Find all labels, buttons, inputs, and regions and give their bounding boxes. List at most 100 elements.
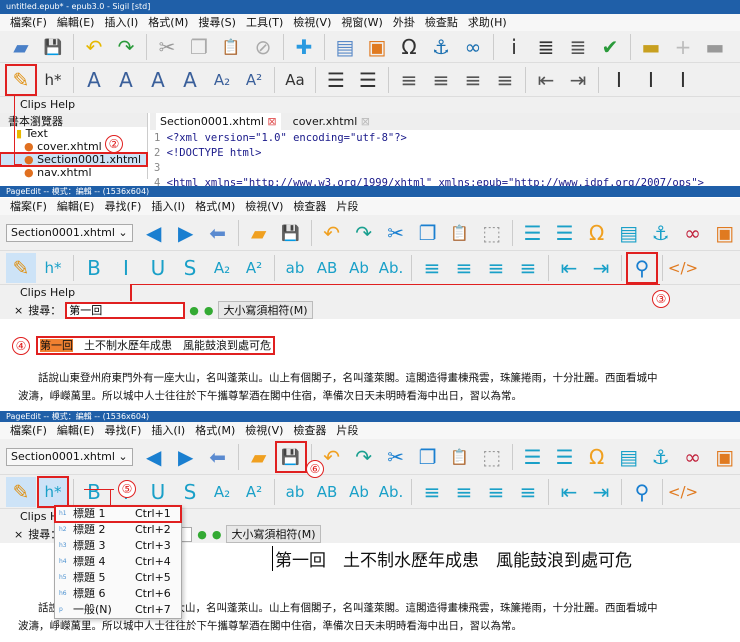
strike-button[interactable]: S [175,253,205,283]
anchor-button[interactable]: ⚓ [646,218,676,248]
cursor-left-button[interactable]: I [636,65,666,95]
menu-檢視v[interactable]: 檢視(V) [245,422,283,439]
menu-搜尋s[interactable]: 搜尋(S) [198,14,236,31]
add-row-button[interactable]: + [668,32,698,62]
image-button[interactable]: ▣ [710,218,740,248]
folder-text[interactable]: ▮ Text [0,127,147,140]
image-button[interactable]: ▣ [710,442,740,472]
menu-item-h1[interactable]: h1 標題 1 Ctrl+1 [54,505,182,523]
menu-item-h3[interactable]: h3 標題 3 Ctrl+3 [55,538,181,554]
align-right-button[interactable]: ≡ [481,477,511,507]
marker-button[interactable]: ▬ [636,32,666,62]
align-left-button[interactable]: ≡ [394,65,424,95]
uppercase-button[interactable]: AB [312,253,342,283]
back-button[interactable]: ◀ [139,442,169,472]
outdent-button[interactable]: ⇤ [554,253,584,283]
code-button[interactable]: </> [668,477,698,507]
find-next-icon[interactable]: ● [204,304,214,317]
align-left-button[interactable]: ≡ [417,477,447,507]
menu-尋找f[interactable]: 尋找(F) [104,198,141,215]
uppercase-button[interactable]: AB [312,477,342,507]
folder-button[interactable]: ▰ [244,218,274,248]
menu-item-p[interactable]: p 一般(N) Ctrl+7 [55,602,181,618]
italic-button[interactable]: A [111,65,141,95]
omega-button[interactable]: Ω [582,218,612,248]
menu-尋找f[interactable]: 尋找(F) [104,422,141,439]
select-all-button[interactable]: ⬚ [477,442,507,472]
pencil-button[interactable]: ✎ [6,476,36,507]
menu-片段[interactable]: 片段 [336,422,358,439]
anchor-button[interactable]: ⚓ [426,32,456,62]
return-button[interactable]: ⬅ [203,442,233,472]
paste-button[interactable]: 📋 [445,218,475,248]
underline-button[interactable]: U [143,253,173,283]
link-button[interactable]: ∞ [678,218,708,248]
close-tab-icon[interactable]: ⊠ [264,115,276,128]
cursor-split-button[interactable]: I [668,65,698,95]
code-button[interactable]: </> [668,253,698,283]
return-button[interactable]: ⬅ [203,218,233,248]
search-input[interactable] [65,301,186,319]
redo-button[interactable]: ↷ [349,442,379,472]
strike-button[interactable]: A [175,65,205,95]
omega-button[interactable]: Ω [582,442,612,472]
search-button[interactable]: ⚲ [626,251,658,284]
superscript-button[interactable]: A² [239,253,269,283]
underline-button[interactable]: U [143,477,173,507]
align-center-button[interactable]: ≡ [449,477,479,507]
case-button[interactable]: Aa [280,65,310,95]
align-right-button[interactable]: ≡ [458,65,488,95]
back-button[interactable]: ◀ [139,218,169,248]
link-button[interactable]: ∞ [678,442,708,472]
close-icon[interactable]: × [14,528,23,541]
menu-插入i[interactable]: 插入(I) [104,14,138,31]
menu-item-h5[interactable]: h5 標題 5 Ctrl+5 [55,570,181,586]
bullet-list-button[interactable]: ☰ [321,65,351,95]
tab-cover-xhtml[interactable]: cover.xhtml ⊠ [289,113,374,130]
paste-button[interactable]: 📋 [445,442,475,472]
remove-button[interactable]: ▬ [700,32,730,62]
find-previous-icon[interactable]: ● [189,304,199,317]
file-nav-xhtml[interactable]: ● nav.xhtml [0,166,147,179]
menu-格式m[interactable]: 格式(M) [195,198,235,215]
copy-button[interactable]: ❐ [413,218,443,248]
search-button[interactable]: ⚲ [627,477,657,507]
menu-檔案f[interactable]: 檔案(F) [10,422,47,439]
folder-button[interactable]: ▰ [244,442,274,472]
bullet-list-button[interactable]: ☰ [518,442,548,472]
toc-edit-button[interactable]: ≣ [563,32,593,62]
insert-button[interactable]: ▤ [614,218,644,248]
outdent-button[interactable]: ⇤ [531,65,561,95]
strike-button[interactable]: S [175,477,205,507]
subscript-button[interactable]: A₂ [207,477,237,507]
pencil-button[interactable]: ✎ [6,252,36,283]
number-list-button[interactable]: ☰ [353,65,383,95]
undo-button[interactable]: ↶ [79,32,109,62]
subscript-button[interactable]: A₂ [207,253,237,283]
code-editor[interactable]: 1 <?xml version="1.0" encoding="utf-8"?>… [154,131,740,191]
outdent-button[interactable]: ⇤ [554,477,584,507]
align-center-button[interactable]: ≡ [449,253,479,283]
lowercase-button[interactable]: ab [280,253,310,283]
spellcheck-button[interactable]: ✔ [595,32,625,62]
save-button[interactable]: 💾 [276,218,306,248]
open-button[interactable]: ▰ [6,32,36,62]
indent-button[interactable]: ⇥ [586,477,616,507]
menu-外掛[interactable]: 外掛 [393,14,415,31]
menu-格式m[interactable]: 格式(M) [148,14,188,31]
copy-button[interactable]: ❐ [413,442,443,472]
close-icon[interactable]: × [14,304,23,317]
file-cover-xhtml[interactable]: ● cover.xhtml [0,140,147,153]
bold-button[interactable]: B [79,477,109,507]
bold-button[interactable]: B [79,253,109,283]
clips-help-menu[interactable]: Clips Help [0,97,740,113]
menu-編輯e[interactable]: 編輯(E) [57,14,95,31]
toc-button[interactable]: ≣ [531,32,561,62]
match-case-button[interactable]: 大小寫須相符(M) [218,301,313,319]
bold-button[interactable]: A [79,65,109,95]
match-case-button[interactable]: 大小寫須相符(M) [226,525,321,543]
justify-button[interactable]: ≡ [513,253,543,283]
menu-求助h[interactable]: 求助(H) [468,14,507,31]
copy-button[interactable]: ❐ [184,32,214,62]
titlecase-button[interactable]: Ab [344,253,374,283]
